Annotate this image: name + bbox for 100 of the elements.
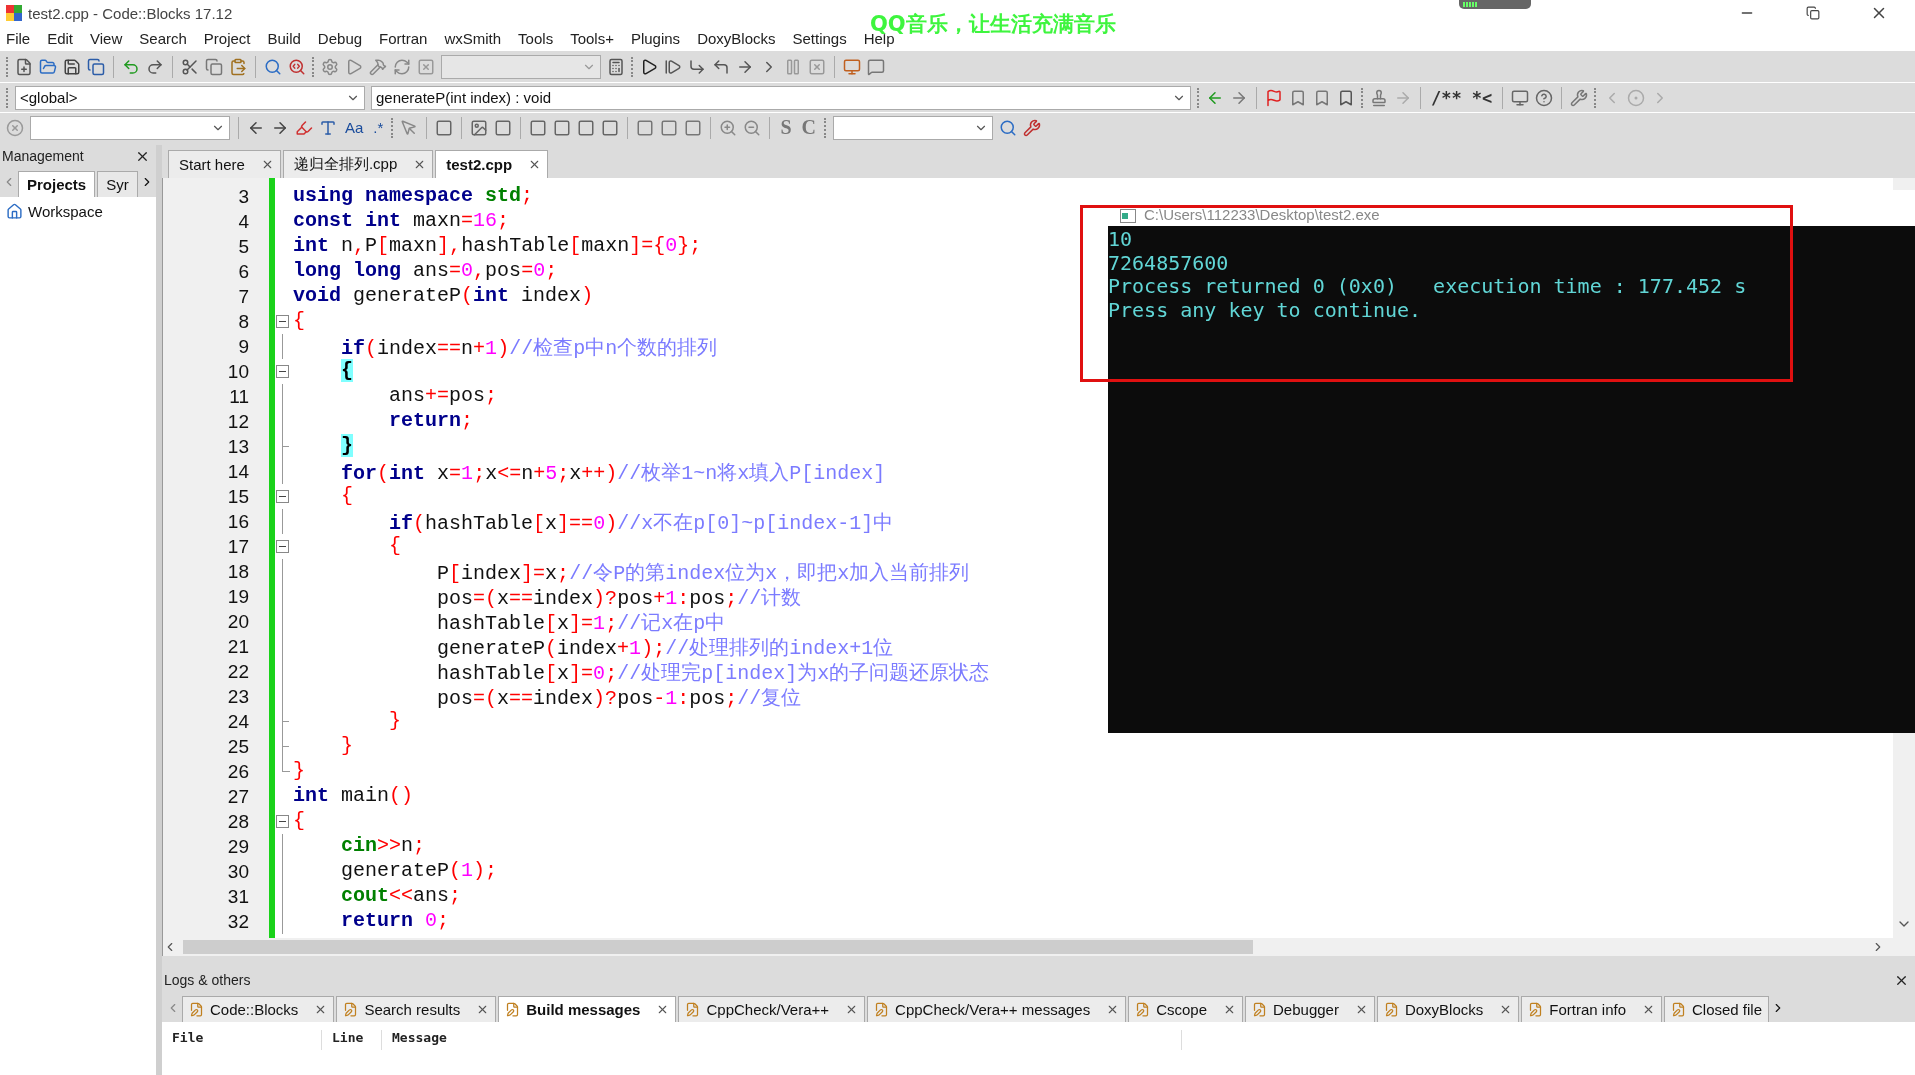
redo-icon[interactable] — [146, 57, 164, 76]
code-line: using namespace std; — [293, 184, 534, 209]
close-icon[interactable] — [1642, 1003, 1655, 1016]
fold-box-icon[interactable] — [276, 490, 289, 503]
hammer-icon[interactable] — [369, 57, 387, 76]
find-field[interactable] — [30, 115, 230, 140]
bookmark-clear-icon[interactable] — [1337, 88, 1355, 107]
line-number: 11 — [228, 385, 250, 409]
panel-tab[interactable]: Projects — [18, 171, 96, 197]
menu-item[interactable]: Search — [139, 29, 187, 47]
document-icon — [685, 1002, 701, 1017]
scissors-icon[interactable] — [181, 57, 199, 76]
new-file-icon[interactable] — [15, 57, 33, 76]
editor-tab[interactable]: 递归全排列.cpp — [282, 150, 434, 178]
play-icon[interactable] — [345, 57, 363, 76]
menu-item[interactable]: Tools+ — [570, 29, 614, 47]
menu-item[interactable]: Debug — [317, 29, 363, 47]
log-tab[interactable]: Debugger — [1245, 996, 1375, 1022]
replace-icon[interactable] — [288, 57, 306, 76]
fold-box-icon[interactable] — [276, 365, 289, 378]
menu-item[interactable]: Tools — [518, 29, 554, 47]
line-number: 28 — [226, 810, 250, 834]
monitor-icon[interactable] — [843, 57, 861, 76]
step-into-icon[interactable] — [688, 57, 706, 76]
code-line: } — [388, 709, 402, 734]
fold-box-icon[interactable] — [276, 540, 289, 553]
log-tab[interactable]: CppCheck/Vera++ — [678, 996, 866, 1022]
find-option-button[interactable]: .* — [371, 119, 386, 136]
paste-icon[interactable] — [229, 57, 247, 76]
zoom-out-icon[interactable] — [743, 118, 762, 137]
menu-item[interactable]: File — [6, 29, 31, 47]
scope-dropdown[interactable]: <global> — [15, 85, 365, 110]
menu-item[interactable]: Fortran — [379, 29, 428, 47]
editor-tab[interactable]: Start here — [168, 150, 281, 178]
line-number: 17 — [226, 535, 250, 559]
fold-box-icon[interactable] — [276, 315, 289, 328]
menu-item[interactable]: Project — [203, 29, 251, 47]
flag-icon[interactable] — [1265, 88, 1283, 107]
pointer-icon[interactable] — [400, 118, 419, 137]
dot-icon[interactable] — [1627, 88, 1646, 107]
log-tab[interactable]: DoxyBlocks — [1376, 996, 1520, 1022]
log-tab[interactable]: Build messages — [498, 996, 677, 1022]
document-icon — [1252, 1002, 1268, 1017]
fold-box-icon[interactable] — [276, 815, 289, 828]
column-header[interactable]: Message — [382, 1030, 1182, 1050]
menu-item[interactable]: wxSmith — [444, 29, 502, 47]
menu-item[interactable]: Settings — [792, 29, 847, 47]
find-option-button[interactable]: Aa — [343, 119, 366, 136]
save-all-icon[interactable] — [87, 57, 105, 76]
log-tab[interactable]: Code::Blocks — [182, 996, 335, 1022]
menu-item[interactable]: Plugins — [630, 29, 681, 47]
log-tab[interactable]: Fortran info — [1521, 996, 1662, 1022]
code-line: generateP(index+1);//处理排列的index+1位 — [436, 636, 894, 659]
log-tab[interactable]: Closed file — [1664, 996, 1770, 1022]
restore-icon[interactable] — [1806, 6, 1820, 20]
log-tab[interactable]: Search results — [336, 996, 497, 1022]
highlighter-icon[interactable] — [295, 118, 313, 137]
gear-icon[interactable] — [321, 57, 339, 76]
help-icon[interactable] — [1535, 88, 1554, 107]
menu-item[interactable]: View — [90, 29, 123, 47]
doc-comment-button[interactable]: *< — [1469, 87, 1495, 108]
log-tab[interactable]: CppCheck/Vera++ messages — [867, 996, 1127, 1022]
preview-icon[interactable] — [1511, 88, 1530, 107]
refresh-icon[interactable] — [393, 57, 411, 76]
log-tab[interactable]: Cscope — [1128, 996, 1244, 1022]
debug-play-icon[interactable] — [640, 57, 658, 76]
tree-item[interactable]: Workspace — [28, 203, 103, 220]
console-icon — [1120, 209, 1136, 223]
message-icon[interactable] — [867, 57, 885, 76]
code-line: ans+=pos; — [388, 384, 498, 409]
stamp-icon[interactable] — [1370, 88, 1388, 107]
wrench-icon[interactable] — [1570, 88, 1589, 107]
line-number: 12 — [226, 410, 250, 434]
bookmark-icon[interactable] — [1289, 88, 1307, 107]
editor-tab[interactable]: test2.cpp — [435, 150, 549, 178]
function-dropdown[interactable]: generateP(int index) : void — [371, 85, 1191, 110]
bookmark-next-icon[interactable] — [1313, 88, 1331, 107]
copy-icon[interactable] — [205, 57, 223, 76]
menu-item[interactable]: Build — [267, 29, 301, 47]
zoom-in-icon[interactable] — [719, 118, 738, 137]
search-icon[interactable] — [264, 57, 282, 76]
search-icon[interactable] — [998, 118, 1017, 137]
step-icon[interactable] — [664, 57, 682, 76]
save-icon[interactable] — [63, 57, 81, 76]
select-icon[interactable] — [319, 118, 337, 137]
panel-tab[interactable]: Syr — [97, 171, 138, 197]
wrench-icon[interactable] — [1022, 118, 1041, 137]
image-icon[interactable] — [470, 118, 489, 137]
menu-item[interactable]: DoxyBlocks — [697, 29, 776, 47]
step-out-icon[interactable] — [712, 57, 730, 76]
column-header[interactable]: Line — [322, 1030, 382, 1050]
scrollbar-thumb[interactable] — [183, 940, 1253, 954]
undo-icon[interactable] — [122, 57, 140, 76]
console-line: 10 — [1108, 228, 1134, 252]
calculator-icon[interactable] — [607, 57, 625, 76]
menu-item[interactable]: Edit — [47, 29, 74, 47]
column-header[interactable]: File — [162, 1030, 322, 1050]
code-line: cout<<ans; — [340, 884, 462, 909]
doc-comment-button[interactable]: /** — [1429, 87, 1464, 108]
folder-icon[interactable] — [39, 57, 57, 76]
